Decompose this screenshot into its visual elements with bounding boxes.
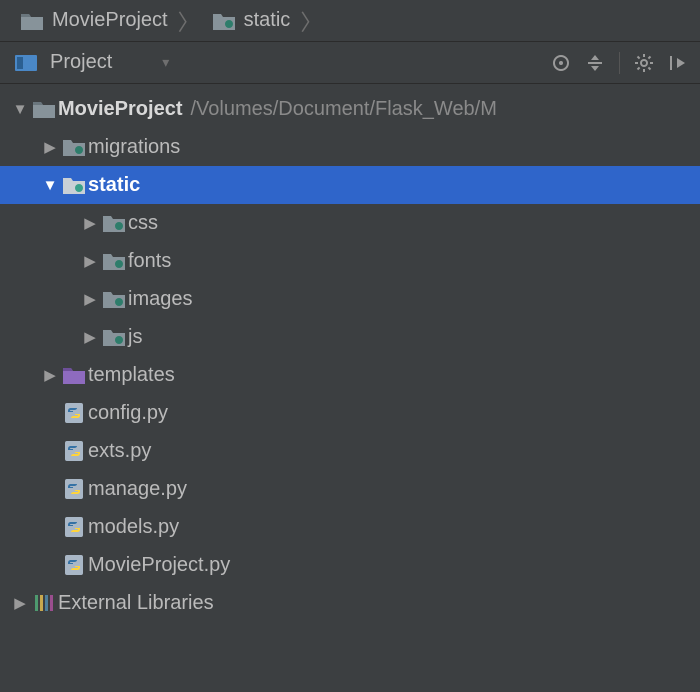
target-icon[interactable] bbox=[551, 53, 571, 73]
tree-root[interactable]: ▼ MovieProject /Volumes/Document/Flask_W… bbox=[0, 90, 700, 128]
python-file-icon bbox=[60, 478, 88, 500]
chevron-right-icon: 〉 bbox=[176, 5, 202, 37]
hide-icon[interactable] bbox=[668, 53, 688, 73]
project-view-dropdown[interactable]: Project ▾ bbox=[12, 51, 169, 74]
folder-icon bbox=[60, 176, 88, 194]
libraries-icon bbox=[30, 593, 58, 613]
tree-item-config[interactable]: ▶ config.py bbox=[0, 394, 700, 432]
folder-icon bbox=[100, 328, 128, 346]
folder-icon bbox=[100, 290, 128, 308]
tree-item-css[interactable]: ▶ css bbox=[0, 204, 700, 242]
folder-icon bbox=[210, 12, 238, 30]
tree-item-exts[interactable]: ▶ exts.py bbox=[0, 432, 700, 470]
project-icon bbox=[12, 53, 40, 73]
chevron-down-icon: ▾ bbox=[122, 54, 169, 71]
chevron-right-icon: 〉 bbox=[298, 5, 324, 37]
tree-item-label: External Libraries bbox=[58, 592, 214, 615]
project-toolbar: Project ▾ bbox=[0, 42, 700, 84]
tree-item-label: MovieProject.py bbox=[88, 554, 230, 577]
python-file-icon bbox=[60, 402, 88, 424]
folder-icon bbox=[100, 252, 128, 270]
tree-item-models[interactable]: ▶ models.py bbox=[0, 508, 700, 546]
disclosure-closed-icon[interactable]: ▶ bbox=[80, 252, 100, 270]
folder-icon bbox=[30, 100, 58, 118]
tree-item-label: js bbox=[128, 326, 142, 349]
folder-icon bbox=[60, 138, 88, 156]
python-file-icon bbox=[60, 516, 88, 538]
tree-item-js[interactable]: ▶ js bbox=[0, 318, 700, 356]
breadcrumb-static[interactable]: static bbox=[202, 9, 299, 32]
project-tree: ▼ MovieProject /Volumes/Document/Flask_W… bbox=[0, 84, 700, 622]
tree-root-label: MovieProject bbox=[58, 98, 182, 121]
tree-item-label: css bbox=[128, 212, 158, 235]
python-file-icon bbox=[60, 554, 88, 576]
tree-item-label: templates bbox=[88, 364, 175, 387]
tree-item-movieproject[interactable]: ▶ MovieProject.py bbox=[0, 546, 700, 584]
tree-item-label: images bbox=[128, 288, 192, 311]
disclosure-closed-icon[interactable]: ▶ bbox=[80, 328, 100, 346]
breadcrumb-root[interactable]: MovieProject bbox=[10, 9, 176, 32]
tree-external-libraries[interactable]: ▶ External Libraries bbox=[0, 584, 700, 622]
tree-item-label: fonts bbox=[128, 250, 171, 273]
disclosure-closed-icon[interactable]: ▶ bbox=[40, 138, 60, 156]
tree-item-label: migrations bbox=[88, 136, 180, 159]
project-view-label: Project bbox=[50, 51, 112, 74]
folder-icon bbox=[100, 214, 128, 232]
breadcrumb: MovieProject 〉 static 〉 bbox=[0, 0, 700, 42]
toolbar-actions bbox=[551, 52, 688, 74]
disclosure-closed-icon[interactable]: ▶ bbox=[80, 214, 100, 232]
tree-item-label: config.py bbox=[88, 402, 168, 425]
disclosure-open-icon[interactable]: ▼ bbox=[10, 101, 30, 118]
tree-item-manage[interactable]: ▶ manage.py bbox=[0, 470, 700, 508]
tree-item-fonts[interactable]: ▶ fonts bbox=[0, 242, 700, 280]
tree-item-label: manage.py bbox=[88, 478, 187, 501]
disclosure-open-icon[interactable]: ▼ bbox=[40, 177, 60, 194]
tree-item-label: exts.py bbox=[88, 440, 151, 463]
folder-icon bbox=[60, 366, 88, 384]
disclosure-closed-icon[interactable]: ▶ bbox=[40, 366, 60, 384]
tree-item-images[interactable]: ▶ images bbox=[0, 280, 700, 318]
tree-item-label: static bbox=[88, 174, 140, 197]
tree-item-label: models.py bbox=[88, 516, 179, 539]
tree-item-static[interactable]: ▼ static bbox=[0, 166, 700, 204]
tree-root-path: /Volumes/Document/Flask_Web/M bbox=[182, 98, 496, 121]
disclosure-closed-icon[interactable]: ▶ bbox=[80, 290, 100, 308]
disclosure-closed-icon[interactable]: ▶ bbox=[10, 594, 30, 612]
breadcrumb-static-label: static bbox=[244, 9, 291, 32]
breadcrumb-root-label: MovieProject bbox=[52, 9, 168, 32]
gear-icon[interactable] bbox=[634, 53, 654, 73]
divider bbox=[619, 52, 620, 74]
tree-item-templates[interactable]: ▶ templates bbox=[0, 356, 700, 394]
folder-icon bbox=[18, 12, 46, 30]
collapse-icon[interactable] bbox=[585, 53, 605, 73]
tree-item-migrations[interactable]: ▶ migrations bbox=[0, 128, 700, 166]
python-file-icon bbox=[60, 440, 88, 462]
